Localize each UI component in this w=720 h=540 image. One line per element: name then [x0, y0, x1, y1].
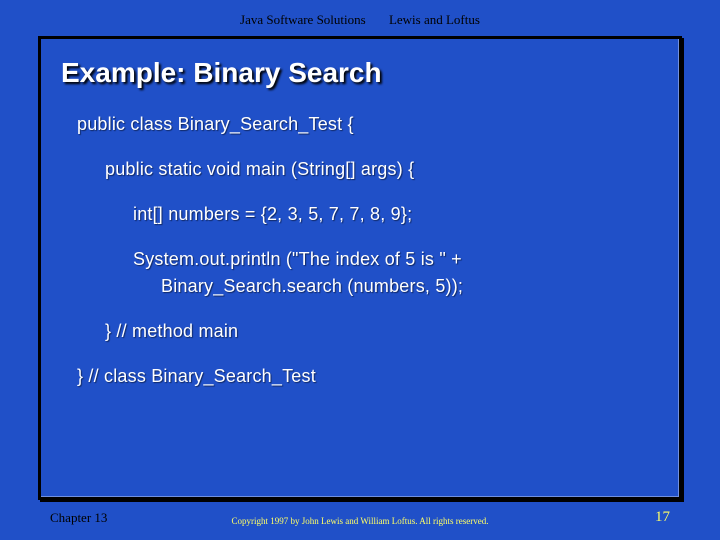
- code-line: int[] numbers = {2, 3, 5, 7, 7, 8, 9};: [133, 201, 661, 228]
- code-line: public static void main (String[] args) …: [105, 156, 661, 183]
- slide-title: Example: Binary Search: [61, 57, 661, 89]
- code-line: System.out.println ("The index of 5 is "…: [133, 246, 661, 273]
- code-block: public class Binary_Search_Test { public…: [59, 111, 661, 390]
- footer-page: 17: [655, 509, 670, 526]
- header: Java Software Solutions Lewis and Loftus: [0, 0, 720, 28]
- footer-copyright: Copyright 1997 by John Lewis and William…: [0, 516, 720, 526]
- book-title: Java Software Solutions: [240, 12, 366, 27]
- code-line: } // method main: [105, 318, 661, 345]
- book-authors: Lewis and Loftus: [389, 12, 480, 27]
- code-line: } // class Binary_Search_Test: [77, 363, 661, 390]
- slide-frame: Example: Binary Search public class Bina…: [38, 36, 682, 500]
- code-line: Binary_Search.search (numbers, 5));: [161, 273, 661, 300]
- code-line: public class Binary_Search_Test {: [77, 111, 661, 138]
- slide-content: Example: Binary Search public class Bina…: [41, 39, 679, 400]
